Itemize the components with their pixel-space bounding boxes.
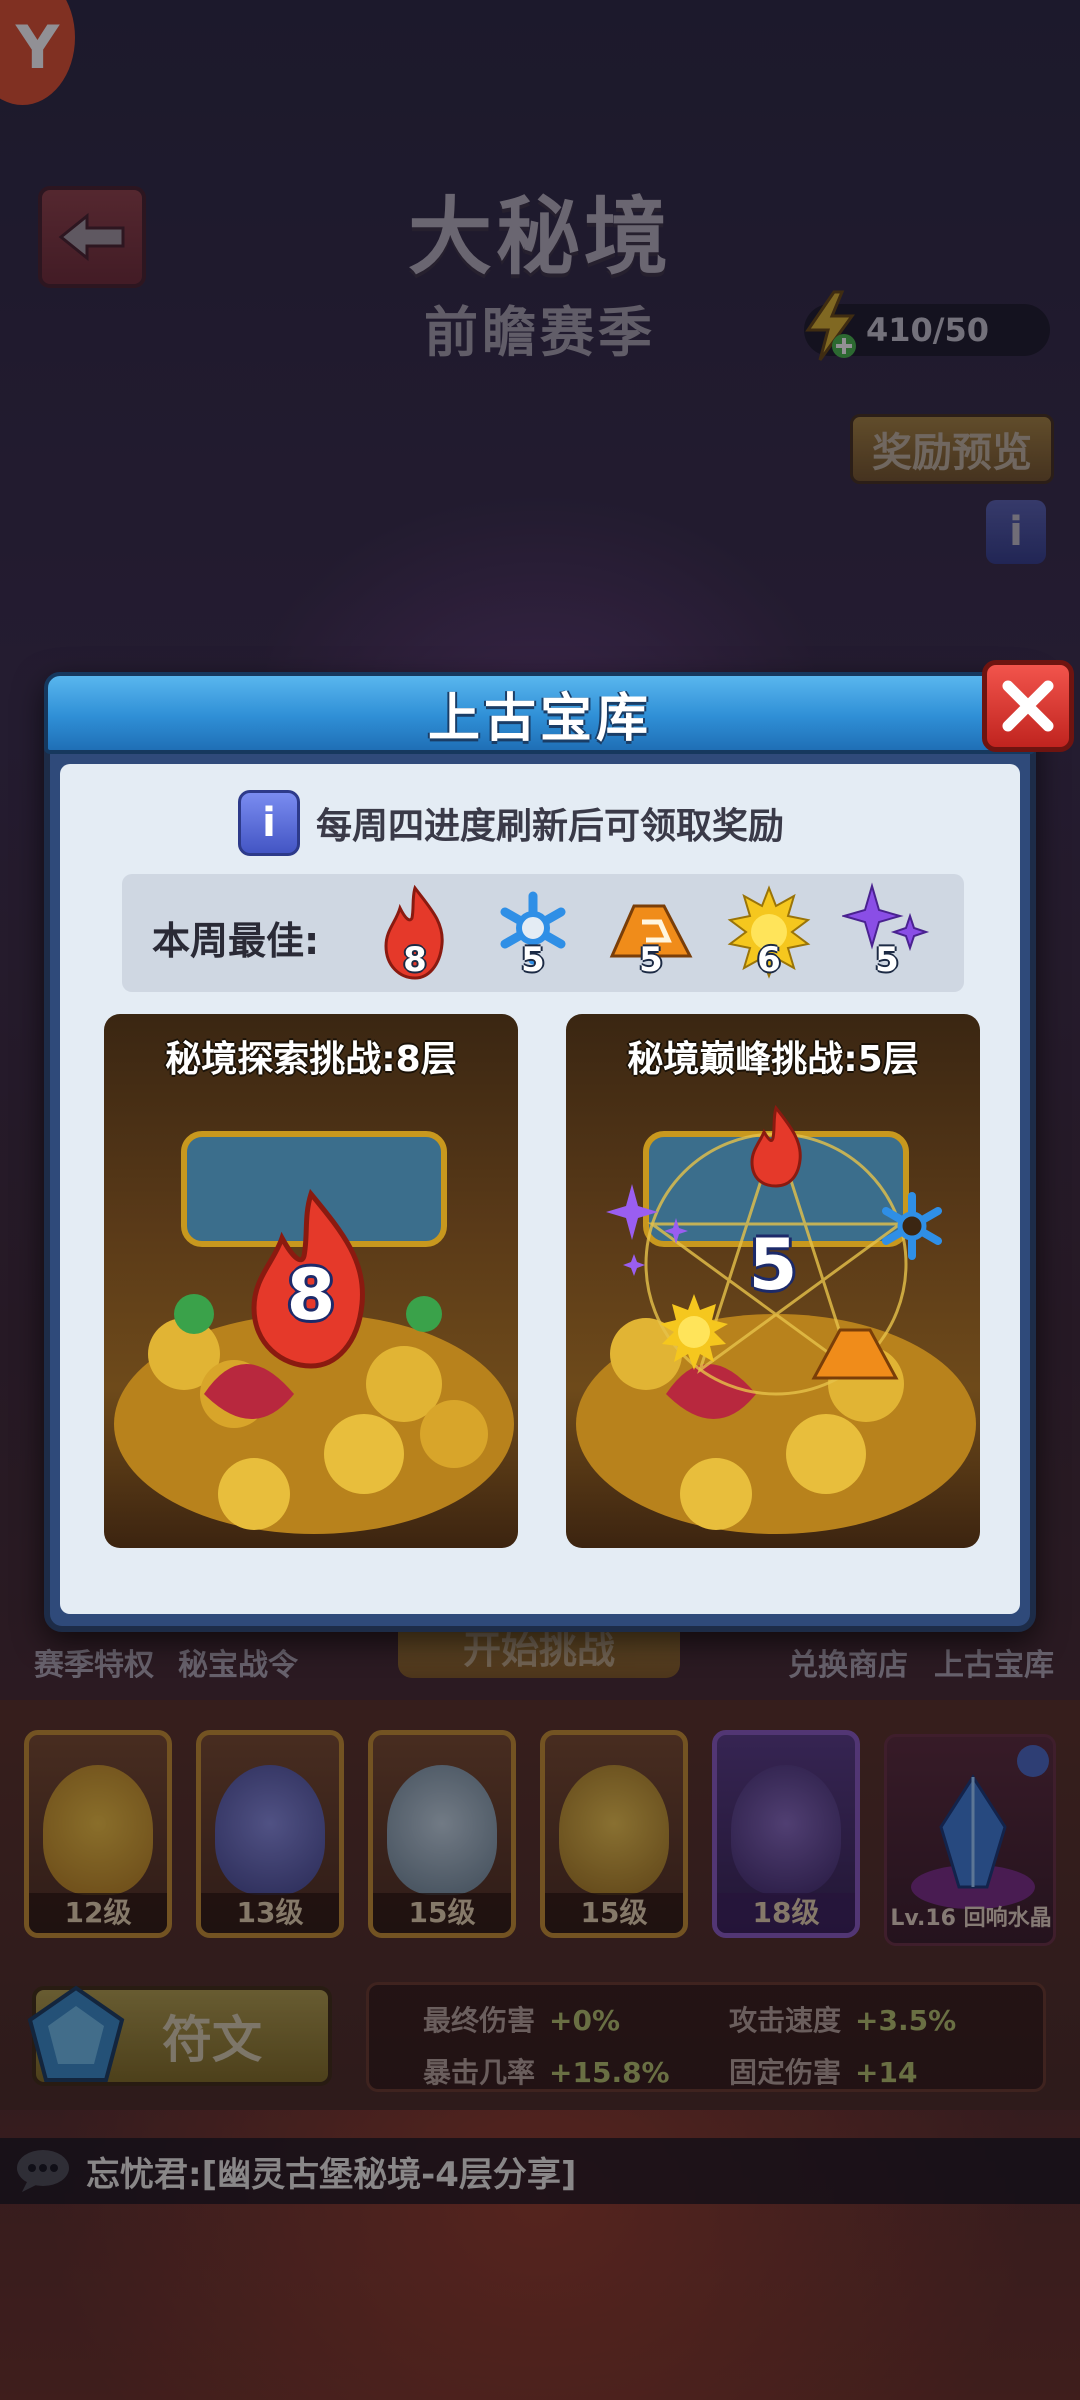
best-fire: 8 <box>370 882 460 986</box>
modal-header: 上古宝库 <box>44 672 1036 754</box>
weekly-best-bar: 本周最佳: 8 5 5 6 5 <box>122 874 964 992</box>
best-earth: 5 <box>606 882 696 986</box>
card-title: 秘境巅峰挑战:5层 <box>627 1039 919 1080</box>
best-light: 6 <box>724 882 814 986</box>
best-arcane-value: 5 <box>875 940 899 980</box>
modal-title: 上古宝库 <box>427 688 652 749</box>
modal-body: i 每周四进度刷新后可领取奖励 本周最佳: 8 5 5 6 5 秘境探索挑战:8… <box>60 764 1020 1614</box>
best-fire-value: 8 <box>403 940 427 980</box>
card-floor-number: 8 <box>286 1254 336 1336</box>
best-arcane: 5 <box>842 882 932 986</box>
close-button[interactable] <box>982 660 1074 752</box>
best-earth-value: 5 <box>639 940 663 980</box>
close-icon <box>1002 680 1054 732</box>
refresh-notice: i 每周四进度刷新后可领取奖励 <box>238 788 784 858</box>
best-ice-value: 5 <box>521 940 545 980</box>
ancient-vault-modal: 上古宝库 i 每周四进度刷新后可领取奖励 本周最佳: 8 5 5 6 5 秘境探… <box>44 660 1074 1632</box>
info-icon[interactable]: i <box>238 790 300 856</box>
notice-text: 每周四进度刷新后可领取奖励 <box>316 806 785 847</box>
peak-challenge-card[interactable]: 秘境巅峰挑战:5层 5 <box>566 1014 980 1548</box>
card-title: 秘境探索挑战:8层 <box>165 1039 457 1080</box>
card-floor-number: 5 <box>748 1224 798 1306</box>
exploration-challenge-card[interactable]: 秘境探索挑战:8层 8 <box>104 1014 518 1548</box>
treasure-pile-image <box>576 1104 976 1534</box>
best-ice: 5 <box>488 882 578 986</box>
weekly-best-label: 本周最佳: <box>152 919 320 963</box>
best-light-value: 6 <box>757 940 781 980</box>
